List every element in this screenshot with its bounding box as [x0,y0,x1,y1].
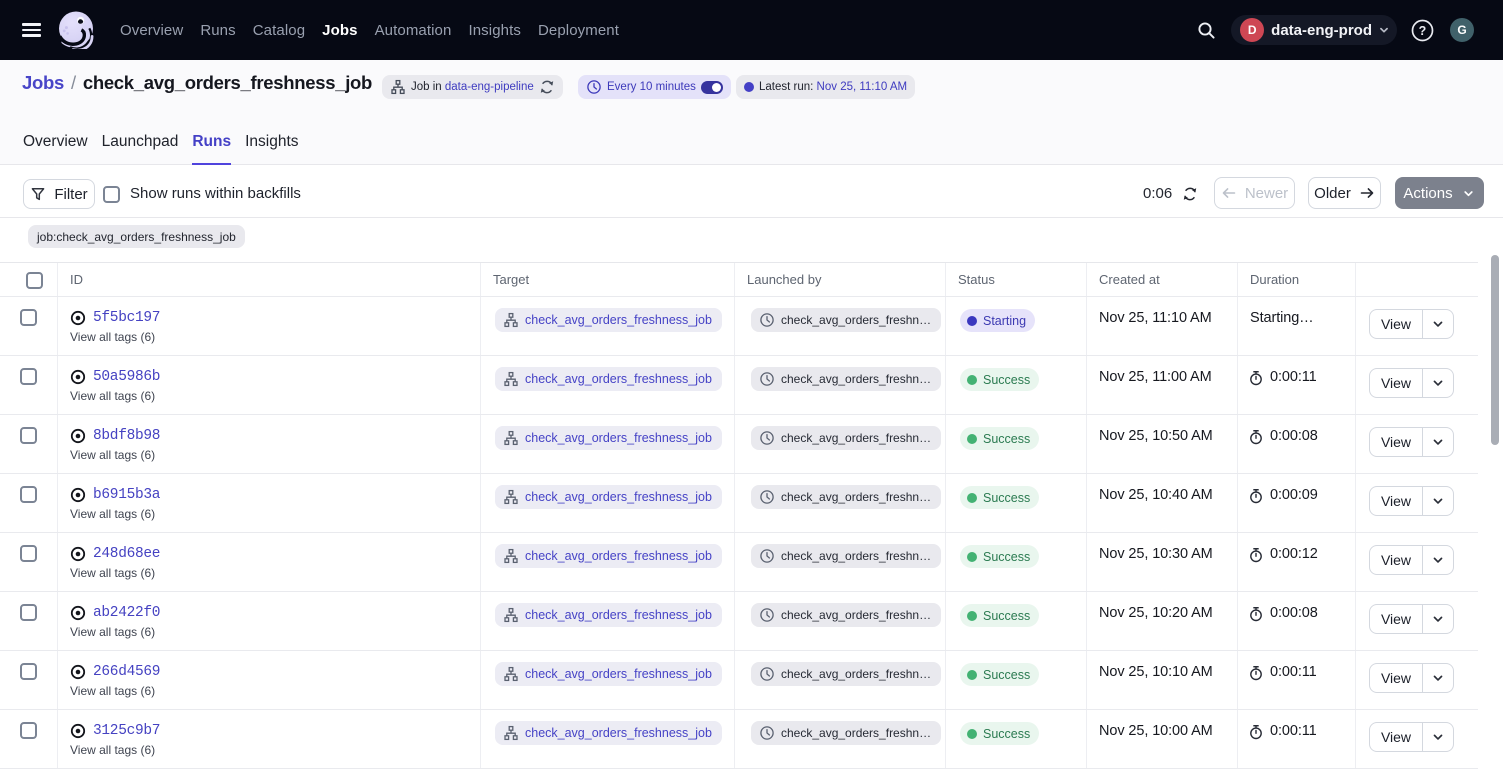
svg-text:?: ? [1419,24,1427,38]
